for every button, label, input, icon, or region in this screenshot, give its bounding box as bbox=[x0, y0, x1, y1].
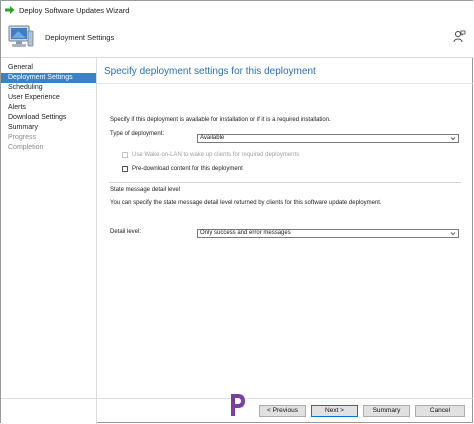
type-of-deployment-label: Type of deployment: bbox=[110, 131, 165, 137]
brand-logo-icon bbox=[227, 392, 247, 418]
help-person-icon[interactable] bbox=[452, 30, 466, 44]
step-alerts[interactable]: Alerts bbox=[1, 103, 96, 113]
computer-icon bbox=[6, 22, 36, 52]
page-heading: Specify deployment settings for this dep… bbox=[104, 66, 316, 77]
state-message-heading: State message detail level bbox=[110, 187, 181, 193]
title-bar: Deploy Software Updates Wizard bbox=[1, 1, 473, 19]
wake-on-lan-label: Use Wake-on-LAN to wake up clients for r… bbox=[132, 152, 300, 158]
step-user-experience[interactable]: User Experience bbox=[1, 93, 96, 103]
wake-on-lan-checkbox bbox=[122, 152, 128, 158]
intro-text: Specify if this deployment is available … bbox=[110, 117, 331, 123]
step-scheduling[interactable]: Scheduling bbox=[1, 83, 96, 93]
predownload-label: Pre-download content for this deployment bbox=[132, 166, 243, 172]
summary-button[interactable]: Summary bbox=[363, 405, 410, 417]
predownload-checkbox[interactable] bbox=[122, 166, 128, 172]
section-divider bbox=[109, 182, 461, 183]
step-progress: Progress bbox=[8, 134, 37, 141]
wizard-arrow-icon bbox=[4, 4, 16, 16]
state-message-description: You can specify the state message detail… bbox=[110, 200, 382, 206]
step-download-settings[interactable]: Download Settings bbox=[1, 113, 96, 123]
detail-level-label: Detail level: bbox=[110, 229, 142, 235]
chevron-down-icon bbox=[450, 135, 456, 142]
type-of-deployment-select[interactable]: Available bbox=[197, 134, 459, 143]
type-of-deployment-value: Available bbox=[200, 135, 225, 141]
step-deployment-settings[interactable]: Deployment Settings bbox=[1, 73, 96, 83]
detail-level-value: Only success and error messages bbox=[200, 230, 291, 236]
predownload-option[interactable]: Pre-download content for this deployment bbox=[122, 166, 243, 172]
wizard-header: Deployment Settings bbox=[1, 19, 473, 58]
wizard-steps-sidebar: General Deployment Settings Scheduling U… bbox=[1, 58, 97, 424]
next-button[interactable]: Next > bbox=[311, 405, 358, 417]
step-general[interactable]: General bbox=[1, 63, 96, 73]
previous-button[interactable]: < Previous bbox=[259, 405, 306, 417]
heading-divider bbox=[97, 83, 473, 84]
header-title: Deployment Settings bbox=[45, 33, 115, 42]
step-summary[interactable]: Summary bbox=[1, 123, 96, 133]
step-completion: Completion bbox=[8, 144, 44, 151]
window-title: Deploy Software Updates Wizard bbox=[19, 5, 130, 15]
wake-on-lan-option: Use Wake-on-LAN to wake up clients for r… bbox=[122, 152, 299, 158]
cancel-button[interactable]: Cancel bbox=[415, 405, 465, 417]
chevron-down-icon bbox=[450, 230, 456, 237]
wizard-window: Deploy Software Updates Wizard Deploymen… bbox=[0, 0, 473, 424]
detail-level-select[interactable]: Only success and error messages bbox=[197, 229, 459, 238]
settings-panel: Specify deployment settings for this dep… bbox=[97, 58, 473, 398]
